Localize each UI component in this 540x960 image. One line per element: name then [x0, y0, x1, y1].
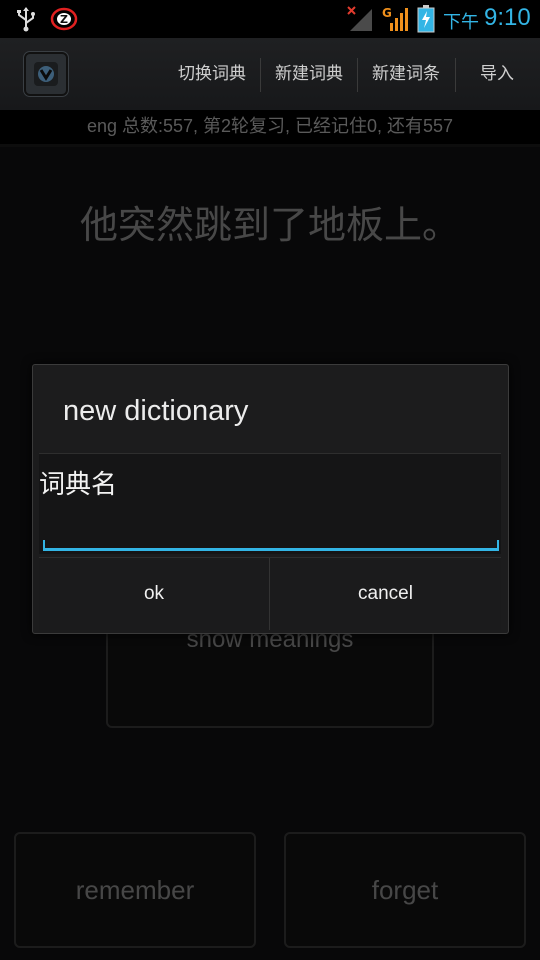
- dialog-body: 词典名: [39, 453, 501, 554]
- new-dictionary-button[interactable]: 新建词典: [262, 38, 356, 110]
- input-focus-underline: [43, 548, 499, 551]
- z-notification-icon: Z: [50, 6, 78, 36]
- input-underline-edge: [497, 540, 499, 548]
- signal-no-service-icon: [346, 5, 374, 37]
- dictionary-name-label: 词典名: [39, 470, 118, 500]
- cancel-button[interactable]: cancel: [270, 558, 501, 630]
- time-prefix: 下午: [443, 12, 479, 33]
- import-button[interactable]: 导入: [457, 38, 537, 110]
- network-type-label: G: [382, 6, 392, 20]
- action-bar: 切换词典 新建词典 新建词条 导入: [0, 38, 540, 111]
- new-dictionary-dialog: new dictionary 词典名 ok cancel: [32, 364, 509, 634]
- dictionary-name-input[interactable]: [43, 506, 499, 546]
- switch-dictionary-button[interactable]: 切换词典: [166, 38, 258, 110]
- clock: 9:10: [484, 4, 531, 31]
- dialog-button-bar: ok cancel: [39, 557, 501, 630]
- action-bar-divider: [260, 58, 261, 92]
- new-entry-button[interactable]: 新建词条: [359, 38, 453, 110]
- ok-button[interactable]: ok: [39, 558, 269, 630]
- signal-g-icon: G: [382, 5, 410, 37]
- action-bar-divider: [357, 58, 358, 92]
- status-bar: Z G 下午 9:10: [0, 0, 540, 38]
- action-bar-divider: [455, 58, 456, 92]
- input-underline-edge: [43, 540, 45, 548]
- battery-charging-icon: [417, 5, 435, 37]
- dialog-title: new dictionary: [63, 395, 249, 427]
- app-logo-icon[interactable]: [24, 52, 68, 96]
- svg-text:Z: Z: [60, 13, 68, 26]
- usb-icon: [14, 6, 38, 36]
